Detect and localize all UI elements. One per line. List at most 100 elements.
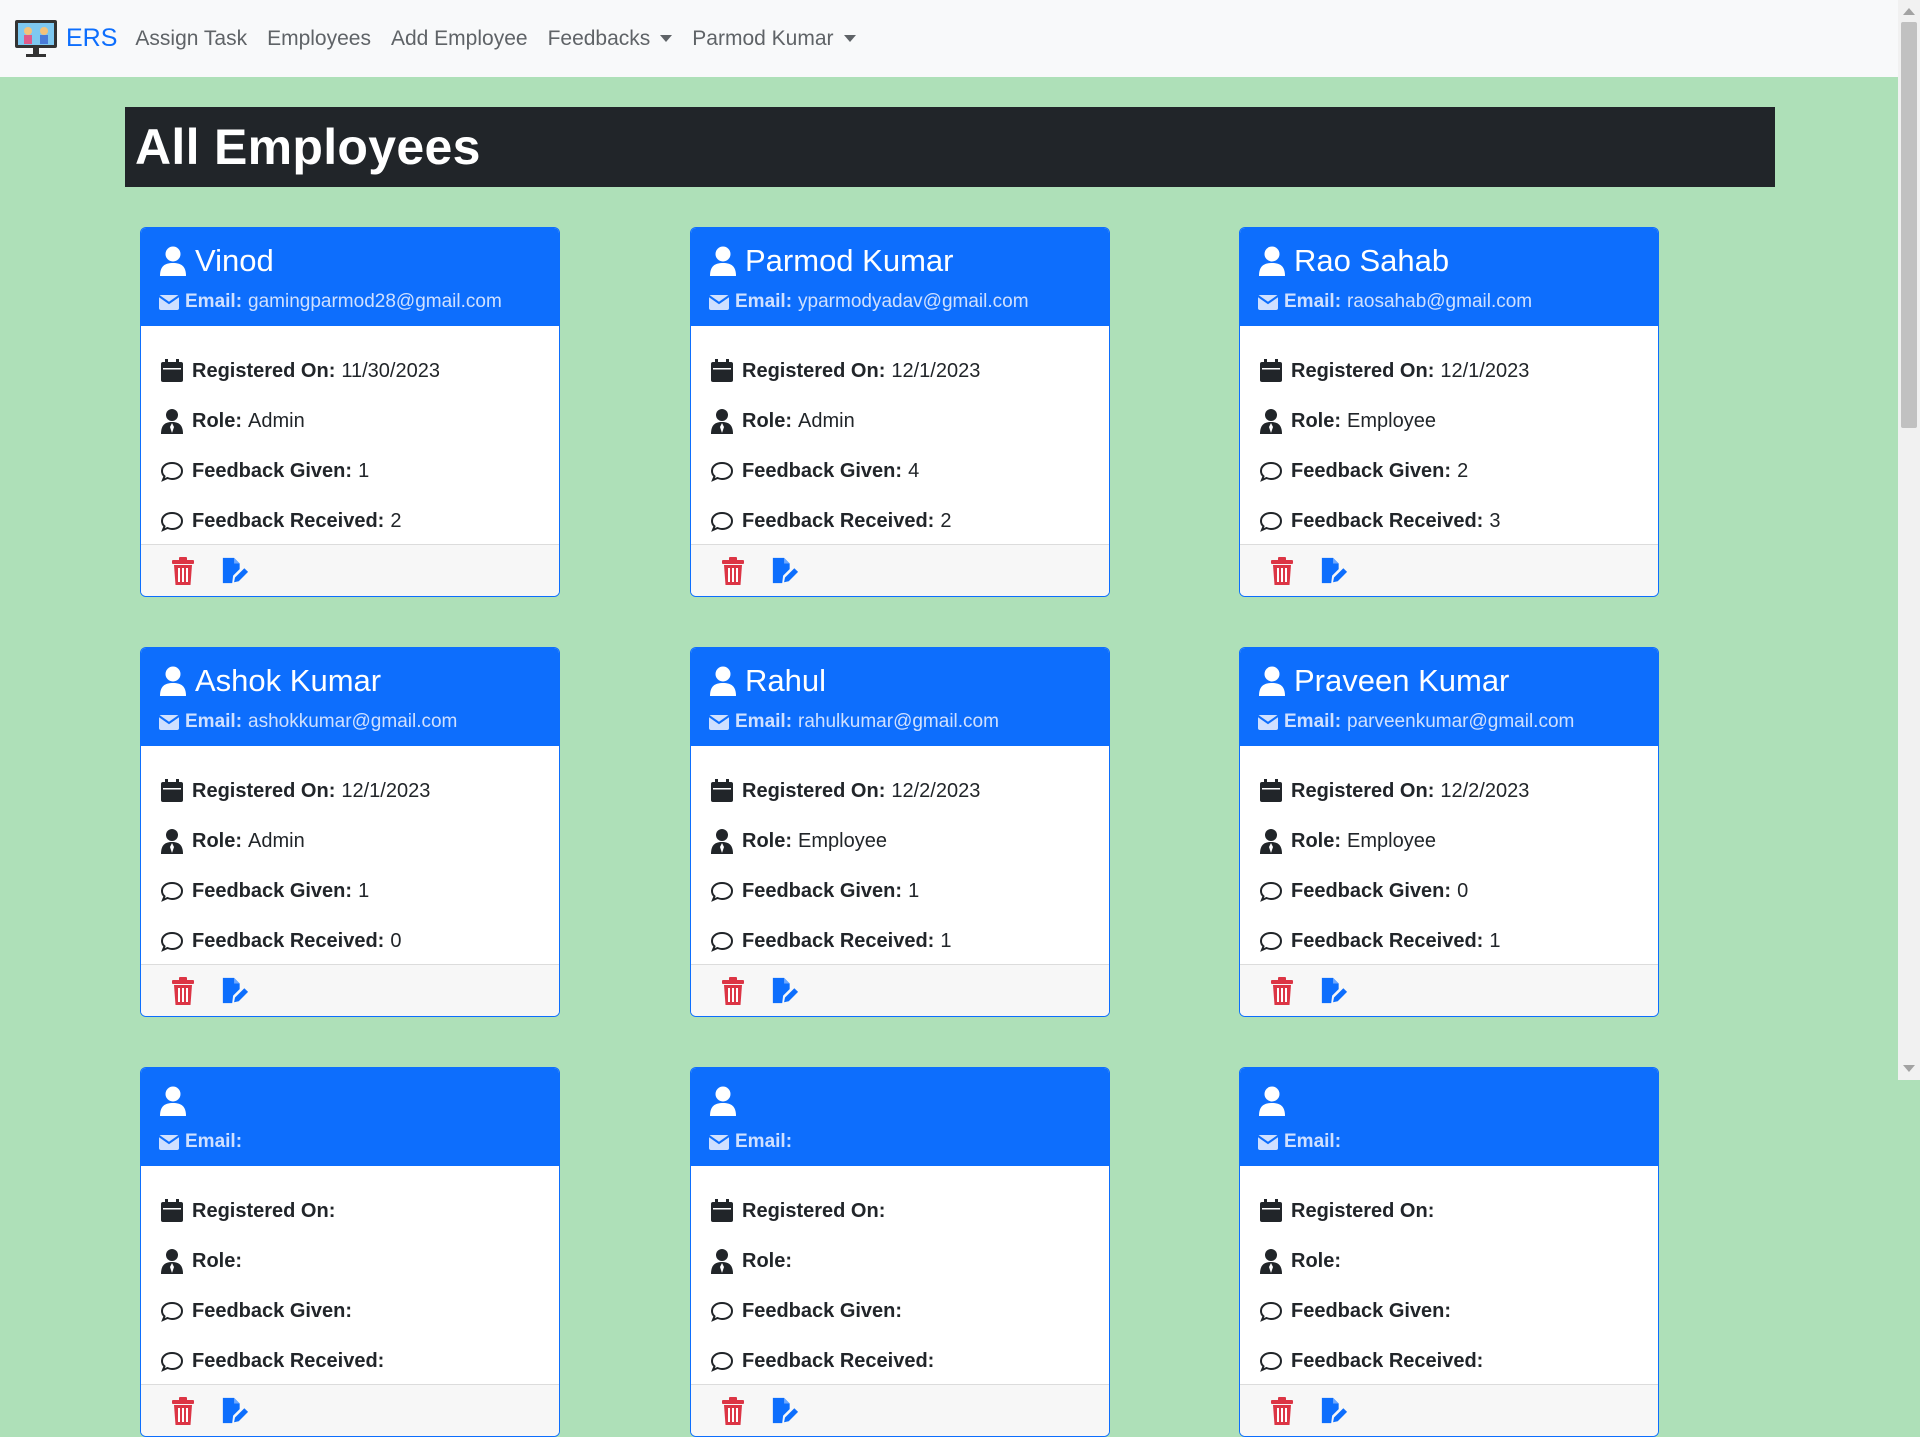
delete-trash-icon[interactable] bbox=[169, 556, 197, 586]
chat-icon bbox=[1259, 511, 1283, 532]
envelope-icon bbox=[709, 714, 729, 730]
edit-file-icon[interactable] bbox=[1320, 1396, 1348, 1426]
user-icon bbox=[710, 246, 736, 276]
user-icon bbox=[1259, 246, 1285, 276]
card-footer bbox=[691, 964, 1109, 1016]
role-label: Role: bbox=[1291, 409, 1341, 432]
edit-file-icon[interactable] bbox=[771, 1396, 799, 1426]
employee-name-row: Parmod Kumar bbox=[709, 240, 1091, 282]
employee-email-row: Email: bbox=[1258, 1131, 1640, 1153]
feedback-received-row: Feedback Received: 1 bbox=[1258, 916, 1640, 966]
employee-card: Ashok Kumar Email: ashokkumar@gmail.com bbox=[140, 647, 560, 1017]
chat-icon bbox=[160, 881, 184, 902]
email-label: Email: bbox=[735, 711, 793, 732]
chat-icon bbox=[710, 1301, 734, 1322]
delete-trash-icon[interactable] bbox=[1268, 1396, 1296, 1426]
chat-icon bbox=[1259, 881, 1283, 902]
envelope-icon bbox=[1258, 294, 1278, 310]
edit-file-icon[interactable] bbox=[221, 556, 249, 586]
delete-trash-icon[interactable] bbox=[719, 556, 747, 586]
feedback-given-label: Feedback Given: bbox=[192, 879, 353, 902]
email-label: Email: bbox=[185, 711, 243, 732]
card-footer bbox=[1240, 964, 1658, 1016]
envelope-icon bbox=[1258, 714, 1278, 730]
card-header: Email: bbox=[1240, 1068, 1658, 1166]
envelope-icon bbox=[1258, 1134, 1278, 1150]
chat-icon bbox=[710, 511, 734, 532]
employee-card: Rao Sahab Email: raosahab@gmail.com Regi… bbox=[1239, 227, 1659, 597]
registered-label: Registered On: bbox=[1291, 1199, 1435, 1222]
registered-value: 12/1/2023 bbox=[891, 359, 981, 382]
employee-email-row: Email: bbox=[159, 1131, 541, 1153]
feedback-given-row: Feedback Given: 1 bbox=[709, 866, 1091, 916]
edit-file-icon[interactable] bbox=[1320, 976, 1348, 1006]
delete-trash-icon[interactable] bbox=[1268, 976, 1296, 1006]
delete-trash-icon[interactable] bbox=[719, 1396, 747, 1426]
employee-email-row: Email: ashokkumar@gmail.com bbox=[159, 711, 541, 733]
feedback-given-row: Feedback Given: bbox=[709, 1286, 1091, 1336]
feedback-given-label: Feedback Given: bbox=[192, 459, 353, 482]
registered-value: 12/1/2023 bbox=[1440, 359, 1530, 382]
feedback-received-value: 2 bbox=[940, 509, 952, 532]
role-value: Employee bbox=[1347, 829, 1436, 852]
role-label: Role: bbox=[192, 409, 242, 432]
feedback-given-label: Feedback Given: bbox=[1291, 879, 1452, 902]
feedback-received-value: 3 bbox=[1489, 509, 1501, 532]
chat-icon bbox=[160, 1351, 184, 1372]
feedback-received-row: Feedback Received: bbox=[159, 1336, 541, 1386]
feedback-received-label: Feedback Received: bbox=[742, 929, 935, 952]
chat-icon bbox=[1259, 461, 1283, 482]
chat-icon bbox=[710, 1351, 734, 1372]
edit-file-icon[interactable] bbox=[771, 556, 799, 586]
role-row: Role: Admin bbox=[709, 396, 1091, 446]
scroll-down-icon[interactable] bbox=[1903, 1065, 1915, 1072]
delete-trash-icon[interactable] bbox=[169, 976, 197, 1006]
feedback-received-value: 0 bbox=[390, 929, 402, 952]
feedback-received-label: Feedback Received: bbox=[192, 1349, 385, 1372]
feedback-given-value: 1 bbox=[358, 879, 370, 902]
email-label: Email: bbox=[1284, 1131, 1342, 1152]
feedback-given-label: Feedback Given: bbox=[742, 459, 903, 482]
user-icon bbox=[160, 666, 186, 696]
calendar-icon bbox=[711, 359, 733, 382]
employee-card: Parmod Kumar Email: yparmodyadav@gmail.c… bbox=[690, 227, 1110, 597]
edit-file-icon[interactable] bbox=[221, 976, 249, 1006]
role-value: Employee bbox=[798, 829, 887, 852]
employee-name: Rao Sahab bbox=[1294, 243, 1450, 278]
registered-row: Registered On: 12/1/2023 bbox=[709, 346, 1091, 396]
delete-trash-icon[interactable] bbox=[719, 976, 747, 1006]
feedback-received-label: Feedback Received: bbox=[192, 929, 385, 952]
edit-file-icon[interactable] bbox=[771, 976, 799, 1006]
feedback-given-value: 1 bbox=[358, 459, 370, 482]
role-label: Role: bbox=[192, 1249, 242, 1272]
edit-file-icon[interactable] bbox=[221, 1396, 249, 1426]
card-footer bbox=[691, 1384, 1109, 1436]
delete-trash-icon[interactable] bbox=[169, 1396, 197, 1426]
calendar-icon bbox=[711, 779, 733, 802]
card-footer bbox=[141, 964, 559, 1016]
user-tie-icon bbox=[1260, 829, 1282, 854]
calendar-icon bbox=[711, 1199, 733, 1222]
card-body: Registered On: 12/1/2023 Role: Admin Fee… bbox=[141, 746, 559, 966]
delete-trash-icon[interactable] bbox=[1268, 556, 1296, 586]
chat-icon bbox=[710, 461, 734, 482]
user-icon bbox=[710, 666, 736, 696]
user-tie-icon bbox=[711, 1249, 733, 1274]
feedback-given-value: 0 bbox=[1457, 879, 1469, 902]
role-label: Role: bbox=[742, 1249, 792, 1272]
feedback-given-label: Feedback Given: bbox=[742, 1299, 903, 1322]
edit-file-icon[interactable] bbox=[1320, 556, 1348, 586]
chat-icon bbox=[710, 931, 734, 952]
scroll-thumb[interactable] bbox=[1901, 22, 1917, 428]
user-icon bbox=[160, 1086, 186, 1116]
feedback-given-row: Feedback Given: bbox=[1258, 1286, 1640, 1336]
user-tie-icon bbox=[1260, 409, 1282, 434]
scroll-up-icon[interactable] bbox=[1903, 8, 1915, 15]
page-scrollbar[interactable] bbox=[1898, 0, 1920, 1080]
feedback-received-label: Feedback Received: bbox=[192, 509, 385, 532]
employee-name: Parmod Kumar bbox=[745, 243, 954, 278]
employee-card: Rahul Email: rahulkumar@gmail.com Regist… bbox=[690, 647, 1110, 1017]
employee-email-row: Email: raosahab@gmail.com bbox=[1258, 291, 1640, 313]
registered-row: Registered On: 12/1/2023 bbox=[159, 766, 541, 816]
envelope-icon bbox=[709, 1134, 729, 1150]
